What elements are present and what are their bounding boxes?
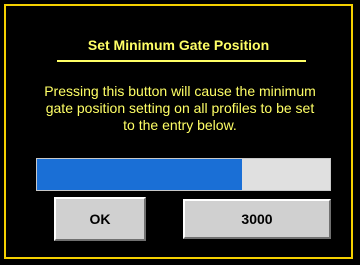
set-minimum-gate-dialog: Set Minimum Gate Position Pressing this … — [4, 4, 353, 259]
dialog-title: Set Minimum Gate Position — [87, 37, 270, 53]
progress-bar — [36, 158, 331, 191]
progress-bar-fill — [37, 159, 243, 190]
gate-position-entry-button[interactable]: 3000 — [183, 199, 331, 239]
title-underline — [57, 60, 306, 62]
ok-button[interactable]: OK — [54, 197, 146, 241]
dialog-message: Pressing this button will cause the mini… — [44, 83, 316, 133]
